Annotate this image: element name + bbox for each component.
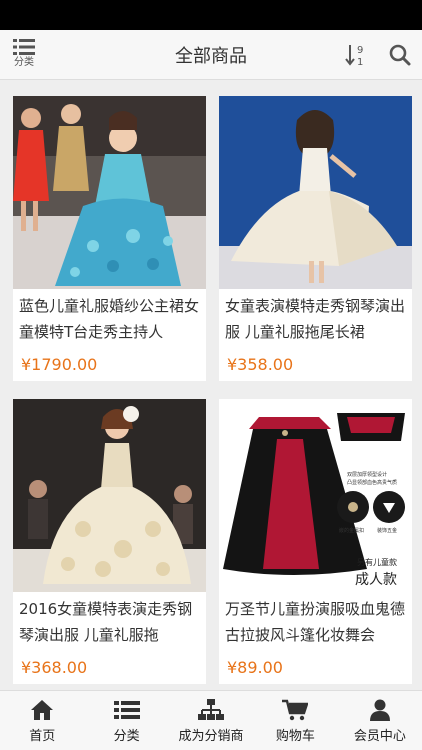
svg-text:9: 9 xyxy=(357,45,363,56)
product-name[interactable]: 2016女童模特表演走秀钢琴演出服 儿童礼服拖 xyxy=(13,592,206,654)
sort-desc-icon: 9 1 xyxy=(345,45,363,68)
product-image[interactable] xyxy=(219,96,412,289)
image-tag: 另有儿童款 xyxy=(357,558,397,567)
image-caption: 双层加厚领型设计 xyxy=(347,472,388,478)
product-grid: 蓝色儿童礼服婚纱公主裙女童模特T台走秀主持人 ¥1790.00 女童表演模特走秀… xyxy=(0,80,422,690)
product-image[interactable] xyxy=(13,96,206,289)
tab-cart-label: 购物车 xyxy=(275,729,315,744)
search-button[interactable] xyxy=(388,43,412,67)
product-name[interactable]: 蓝色儿童礼服婚纱公主裙女童模特T台走秀主持人 xyxy=(13,289,206,351)
tab-member[interactable]: 会员中心 xyxy=(338,691,422,750)
product-card[interactable]: 双层加厚领型设计 凸显领部血色高贵气质 嵌的金属扣 装饰五金 另有儿童款 成人款… xyxy=(219,399,412,684)
bottom-tab-bar: 首页 分类 成为分销商 购物车 会员中心 xyxy=(0,690,422,750)
image-tag-big: 成人款 xyxy=(355,572,397,588)
product-card[interactable]: 蓝色儿童礼服婚纱公主裙女童模特T台走秀主持人 ¥1790.00 xyxy=(13,96,206,381)
search-icon xyxy=(389,44,411,66)
image-caption: 嵌的金属扣 xyxy=(339,528,365,534)
list-icon xyxy=(113,701,140,719)
image-caption: 凸显领部血色高贵气质 xyxy=(347,480,398,486)
product-image[interactable]: 双层加厚领型设计 凸显领部血色高贵气质 嵌的金属扣 装饰五金 另有儿童款 成人款 xyxy=(219,399,412,592)
tab-category-label: 分类 xyxy=(113,729,140,744)
product-card[interactable]: 女童表演模特走秀钢琴演出服 儿童礼服拖尾长裙 ¥358.00 xyxy=(219,96,412,381)
tab-cart[interactable]: 购物车 xyxy=(253,691,337,750)
status-bar xyxy=(0,0,422,30)
org-chart-icon xyxy=(198,699,225,720)
user-icon xyxy=(369,699,390,721)
tab-category[interactable]: 分类 xyxy=(84,691,168,750)
product-price: ¥368.00 xyxy=(21,658,88,677)
image-caption: 装饰五金 xyxy=(377,528,398,534)
product-image[interactable] xyxy=(13,399,206,592)
tab-distributor[interactable]: 成为分销商 xyxy=(169,691,253,750)
sort-button[interactable]: 9 1 xyxy=(344,42,370,68)
home-icon xyxy=(31,700,54,720)
tab-member-label: 会员中心 xyxy=(353,729,406,744)
cart-icon xyxy=(282,699,309,721)
tab-home[interactable]: 首页 xyxy=(0,691,84,750)
tab-distributor-label: 成为分销商 xyxy=(178,729,244,744)
header: 分类 全部商品 9 1 xyxy=(0,30,422,80)
tab-home-label: 首页 xyxy=(29,729,56,744)
product-name[interactable]: 万圣节儿童扮演服吸血鬼德古拉披风斗篷化妆舞会 xyxy=(219,592,412,654)
svg-text:1: 1 xyxy=(357,57,363,68)
product-price: ¥1790.00 xyxy=(21,355,98,374)
product-card[interactable]: 2016女童模特表演走秀钢琴演出服 儿童礼服拖 ¥368.00 xyxy=(13,399,206,684)
product-price: ¥89.00 xyxy=(227,658,283,677)
product-price: ¥358.00 xyxy=(227,355,294,374)
product-name[interactable]: 女童表演模特走秀钢琴演出服 儿童礼服拖尾长裙 xyxy=(219,289,412,351)
